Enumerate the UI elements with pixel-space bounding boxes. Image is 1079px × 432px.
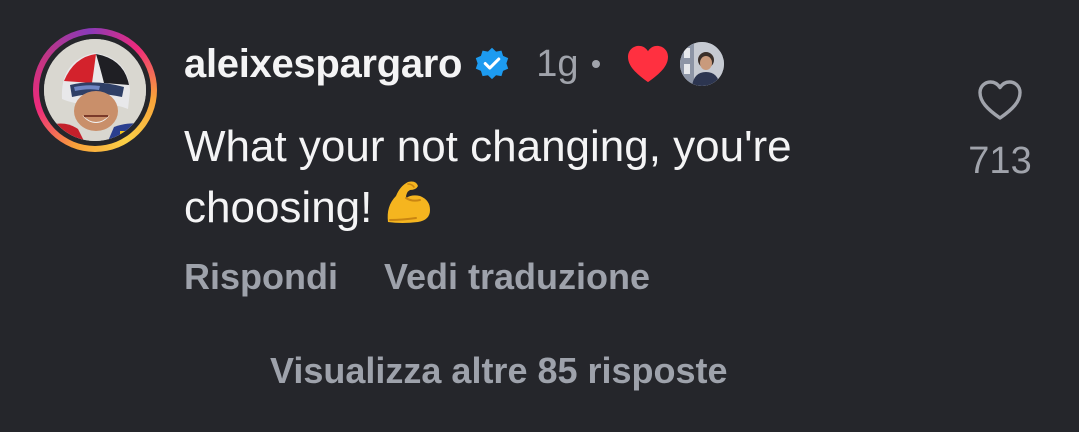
comment-actions: Rispondi Vedi traduzione <box>184 256 650 298</box>
like-control: 713 <box>960 78 1040 183</box>
comment-text-fragment: choosing! <box>184 183 373 232</box>
story-ring[interactable] <box>33 28 157 152</box>
avatar[interactable] <box>44 39 146 141</box>
flexed-biceps-icon <box>382 176 434 228</box>
like-count: 713 <box>968 140 1032 182</box>
creator-avatar <box>680 42 725 86</box>
verified-badge-icon <box>474 46 510 82</box>
username[interactable]: aleixespargaro <box>184 42 462 87</box>
comment-header: aleixespargaro 1g <box>184 36 725 92</box>
reply-button[interactable]: Rispondi <box>184 256 338 298</box>
creator-liked-heart-icon <box>626 44 670 84</box>
separator-dot <box>592 60 601 68</box>
comment-text-line: What your not changing, you're <box>184 122 792 171</box>
comment-item: aleixespargaro 1g What your not changing… <box>0 0 1079 432</box>
comment-time: 1g <box>536 42 579 85</box>
comment-text-line: choosing! <box>184 176 924 237</box>
heart-outline-icon[interactable] <box>976 78 1024 122</box>
comment-text: What your not changing, you're choosing! <box>184 118 924 237</box>
view-more-replies-button[interactable]: Visualizza altre 85 risposte <box>270 350 728 392</box>
see-translation-button[interactable]: Vedi traduzione <box>384 256 650 298</box>
